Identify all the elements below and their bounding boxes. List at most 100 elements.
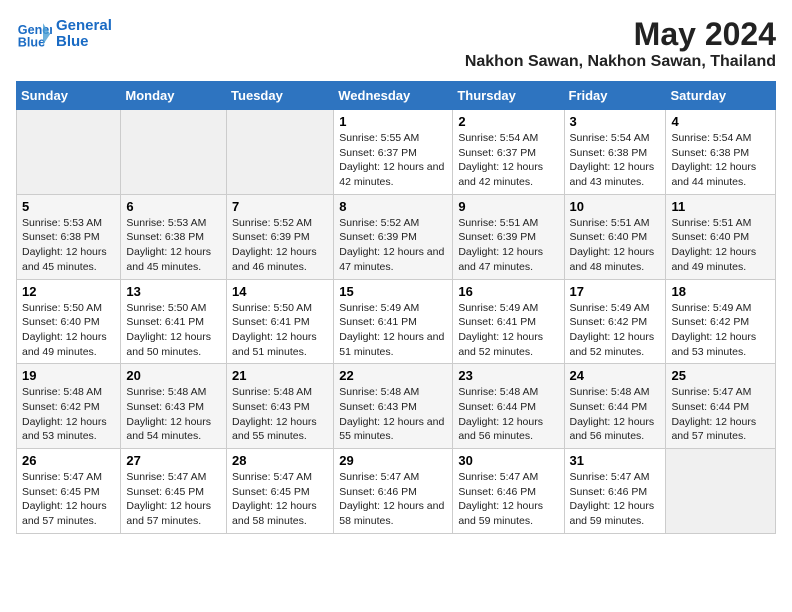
logo: General Blue GeneralBlue (16, 16, 112, 52)
week-row-4: 19 Sunrise: 5:48 AM Sunset: 6:42 PM Dayl… (17, 364, 776, 449)
day-info: Sunrise: 5:51 AM Sunset: 6:40 PM Dayligh… (570, 216, 661, 275)
day-info: Sunrise: 5:53 AM Sunset: 6:38 PM Dayligh… (126, 216, 221, 275)
day-number: 31 (570, 453, 661, 468)
calendar-cell: 27 Sunrise: 5:47 AM Sunset: 6:45 PM Dayl… (121, 449, 227, 534)
day-info: Sunrise: 5:48 AM Sunset: 6:43 PM Dayligh… (339, 385, 447, 444)
day-info: Sunrise: 5:48 AM Sunset: 6:44 PM Dayligh… (458, 385, 558, 444)
calendar-cell: 17 Sunrise: 5:49 AM Sunset: 6:42 PM Dayl… (564, 279, 666, 364)
calendar-cell: 8 Sunrise: 5:52 AM Sunset: 6:39 PM Dayli… (334, 194, 453, 279)
day-info: Sunrise: 5:52 AM Sunset: 6:39 PM Dayligh… (339, 216, 447, 275)
calendar-cell (17, 110, 121, 195)
day-info: Sunrise: 5:52 AM Sunset: 6:39 PM Dayligh… (232, 216, 328, 275)
day-info: Sunrise: 5:51 AM Sunset: 6:40 PM Dayligh… (671, 216, 770, 275)
day-info: Sunrise: 5:47 AM Sunset: 6:45 PM Dayligh… (126, 470, 221, 529)
day-number: 28 (232, 453, 328, 468)
week-row-5: 26 Sunrise: 5:47 AM Sunset: 6:45 PM Dayl… (17, 449, 776, 534)
day-info: Sunrise: 5:47 AM Sunset: 6:46 PM Dayligh… (458, 470, 558, 529)
calendar-cell: 26 Sunrise: 5:47 AM Sunset: 6:45 PM Dayl… (17, 449, 121, 534)
header-monday: Monday (121, 82, 227, 110)
day-info: Sunrise: 5:47 AM Sunset: 6:44 PM Dayligh… (671, 385, 770, 444)
calendar-cell: 7 Sunrise: 5:52 AM Sunset: 6:39 PM Dayli… (227, 194, 334, 279)
calendar-cell: 25 Sunrise: 5:47 AM Sunset: 6:44 PM Dayl… (666, 364, 776, 449)
day-info: Sunrise: 5:47 AM Sunset: 6:45 PM Dayligh… (232, 470, 328, 529)
day-info: Sunrise: 5:48 AM Sunset: 6:42 PM Dayligh… (22, 385, 115, 444)
day-number: 2 (458, 114, 558, 129)
calendar-cell: 31 Sunrise: 5:47 AM Sunset: 6:46 PM Dayl… (564, 449, 666, 534)
calendar-cell: 12 Sunrise: 5:50 AM Sunset: 6:40 PM Dayl… (17, 279, 121, 364)
day-info: Sunrise: 5:49 AM Sunset: 6:41 PM Dayligh… (458, 301, 558, 360)
day-number: 24 (570, 368, 661, 383)
day-number: 8 (339, 199, 447, 214)
day-number: 4 (671, 114, 770, 129)
day-info: Sunrise: 5:49 AM Sunset: 6:41 PM Dayligh… (339, 301, 447, 360)
main-title: May 2024 (465, 16, 776, 53)
day-info: Sunrise: 5:51 AM Sunset: 6:39 PM Dayligh… (458, 216, 558, 275)
week-row-1: 1 Sunrise: 5:55 AM Sunset: 6:37 PM Dayli… (17, 110, 776, 195)
calendar-cell: 18 Sunrise: 5:49 AM Sunset: 6:42 PM Dayl… (666, 279, 776, 364)
calendar-cell: 19 Sunrise: 5:48 AM Sunset: 6:42 PM Dayl… (17, 364, 121, 449)
day-info: Sunrise: 5:55 AM Sunset: 6:37 PM Dayligh… (339, 131, 447, 190)
day-info: Sunrise: 5:49 AM Sunset: 6:42 PM Dayligh… (671, 301, 770, 360)
day-number: 19 (22, 368, 115, 383)
header-thursday: Thursday (453, 82, 564, 110)
calendar-cell: 1 Sunrise: 5:55 AM Sunset: 6:37 PM Dayli… (334, 110, 453, 195)
day-number: 9 (458, 199, 558, 214)
calendar-cell: 10 Sunrise: 5:51 AM Sunset: 6:40 PM Dayl… (564, 194, 666, 279)
week-row-3: 12 Sunrise: 5:50 AM Sunset: 6:40 PM Dayl… (17, 279, 776, 364)
day-info: Sunrise: 5:54 AM Sunset: 6:37 PM Dayligh… (458, 131, 558, 190)
calendar-cell: 15 Sunrise: 5:49 AM Sunset: 6:41 PM Dayl… (334, 279, 453, 364)
day-number: 27 (126, 453, 221, 468)
day-number: 6 (126, 199, 221, 214)
day-info: Sunrise: 5:47 AM Sunset: 6:45 PM Dayligh… (22, 470, 115, 529)
day-info: Sunrise: 5:48 AM Sunset: 6:43 PM Dayligh… (232, 385, 328, 444)
calendar-cell: 11 Sunrise: 5:51 AM Sunset: 6:40 PM Dayl… (666, 194, 776, 279)
calendar-cell: 3 Sunrise: 5:54 AM Sunset: 6:38 PM Dayli… (564, 110, 666, 195)
day-info: Sunrise: 5:48 AM Sunset: 6:44 PM Dayligh… (570, 385, 661, 444)
day-info: Sunrise: 5:47 AM Sunset: 6:46 PM Dayligh… (339, 470, 447, 529)
day-number: 22 (339, 368, 447, 383)
calendar-cell (227, 110, 334, 195)
calendar-cell: 22 Sunrise: 5:48 AM Sunset: 6:43 PM Dayl… (334, 364, 453, 449)
calendar-cell: 21 Sunrise: 5:48 AM Sunset: 6:43 PM Dayl… (227, 364, 334, 449)
day-info: Sunrise: 5:50 AM Sunset: 6:40 PM Dayligh… (22, 301, 115, 360)
calendar-cell (121, 110, 227, 195)
day-number: 14 (232, 284, 328, 299)
calendar-cell: 4 Sunrise: 5:54 AM Sunset: 6:38 PM Dayli… (666, 110, 776, 195)
day-number: 7 (232, 199, 328, 214)
day-number: 5 (22, 199, 115, 214)
logo-icon: General Blue (16, 16, 52, 52)
day-number: 10 (570, 199, 661, 214)
header-tuesday: Tuesday (227, 82, 334, 110)
calendar-cell: 29 Sunrise: 5:47 AM Sunset: 6:46 PM Dayl… (334, 449, 453, 534)
calendar-cell: 5 Sunrise: 5:53 AM Sunset: 6:38 PM Dayli… (17, 194, 121, 279)
day-number: 29 (339, 453, 447, 468)
day-number: 18 (671, 284, 770, 299)
day-number: 13 (126, 284, 221, 299)
day-info: Sunrise: 5:54 AM Sunset: 6:38 PM Dayligh… (671, 131, 770, 190)
calendar-cell: 9 Sunrise: 5:51 AM Sunset: 6:39 PM Dayli… (453, 194, 564, 279)
week-row-2: 5 Sunrise: 5:53 AM Sunset: 6:38 PM Dayli… (17, 194, 776, 279)
day-number: 25 (671, 368, 770, 383)
day-number: 17 (570, 284, 661, 299)
calendar-cell: 6 Sunrise: 5:53 AM Sunset: 6:38 PM Dayli… (121, 194, 227, 279)
day-number: 30 (458, 453, 558, 468)
calendar-cell: 16 Sunrise: 5:49 AM Sunset: 6:41 PM Dayl… (453, 279, 564, 364)
calendar-header-row: SundayMondayTuesdayWednesdayThursdayFrid… (17, 82, 776, 110)
title-block: May 2024 Nakhon Sawan, Nakhon Sawan, Tha… (465, 16, 776, 71)
header-saturday: Saturday (666, 82, 776, 110)
calendar-cell: 20 Sunrise: 5:48 AM Sunset: 6:43 PM Dayl… (121, 364, 227, 449)
header-wednesday: Wednesday (334, 82, 453, 110)
calendar-cell: 2 Sunrise: 5:54 AM Sunset: 6:37 PM Dayli… (453, 110, 564, 195)
calendar-cell: 28 Sunrise: 5:47 AM Sunset: 6:45 PM Dayl… (227, 449, 334, 534)
day-number: 11 (671, 199, 770, 214)
header-sunday: Sunday (17, 82, 121, 110)
day-info: Sunrise: 5:47 AM Sunset: 6:46 PM Dayligh… (570, 470, 661, 529)
day-number: 21 (232, 368, 328, 383)
day-number: 15 (339, 284, 447, 299)
day-info: Sunrise: 5:49 AM Sunset: 6:42 PM Dayligh… (570, 301, 661, 360)
day-number: 1 (339, 114, 447, 129)
calendar-table: SundayMondayTuesdayWednesdayThursdayFrid… (16, 81, 776, 534)
calendar-cell: 14 Sunrise: 5:50 AM Sunset: 6:41 PM Dayl… (227, 279, 334, 364)
calendar-cell: 13 Sunrise: 5:50 AM Sunset: 6:41 PM Dayl… (121, 279, 227, 364)
day-number: 23 (458, 368, 558, 383)
